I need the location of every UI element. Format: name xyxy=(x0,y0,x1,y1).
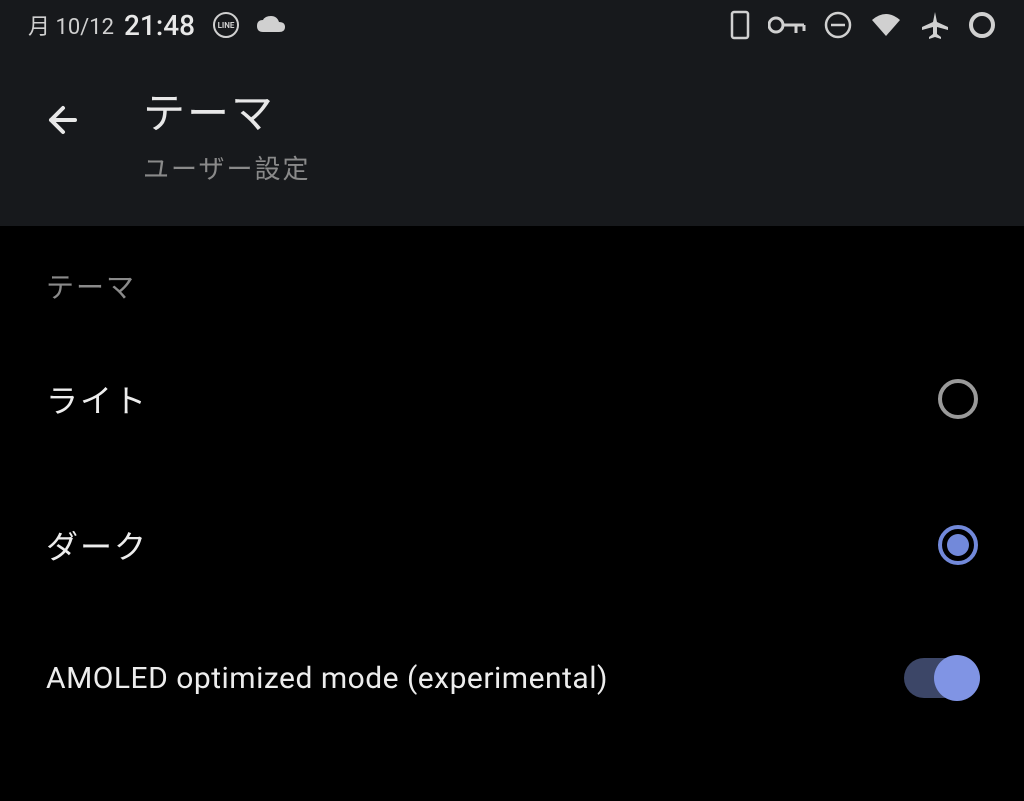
option-label-dark: ダーク xyxy=(46,522,148,568)
line-app-icon: LINE xyxy=(213,12,239,38)
status-bar-left: 月 10/12 21:48 LINE xyxy=(28,9,287,42)
phone-icon xyxy=(730,10,750,40)
status-time: 21:48 xyxy=(124,9,195,42)
do-not-disturb-icon xyxy=(824,11,852,39)
svg-text:LINE: LINE xyxy=(218,21,235,30)
radio-dark[interactable] xyxy=(938,525,978,565)
vpn-key-icon xyxy=(768,15,806,35)
option-label-light: ライト xyxy=(46,376,148,422)
theme-option-dark[interactable]: ダーク xyxy=(0,472,1024,618)
status-bar-right xyxy=(730,10,996,40)
wifi-icon xyxy=(870,12,902,38)
status-date: 月 10/12 xyxy=(28,9,114,41)
loading-circle-icon xyxy=(968,11,996,39)
option-label-amoled: AMOLED optimized mode (experimental) xyxy=(46,661,608,696)
airplane-mode-icon xyxy=(920,10,950,40)
back-button[interactable] xyxy=(40,96,88,144)
toggle-amoled[interactable] xyxy=(904,658,978,698)
status-bar: 月 10/12 21:48 LINE xyxy=(0,0,1024,50)
section-label-theme: テーマ xyxy=(0,226,1024,326)
content-area: テーマ ライト ダーク AMOLED optimized mode (exper… xyxy=(0,226,1024,748)
page-title: テーマ xyxy=(143,80,310,141)
app-header: テーマ ユーザー設定 xyxy=(0,50,1024,226)
page-subtitle: ユーザー設定 xyxy=(143,149,310,186)
amoled-option[interactable]: AMOLED optimized mode (experimental) xyxy=(0,618,1024,748)
theme-option-light[interactable]: ライト xyxy=(0,326,1024,472)
radio-light[interactable] xyxy=(938,379,978,419)
header-titles: テーマ ユーザー設定 xyxy=(143,80,310,186)
cloud-icon xyxy=(255,14,287,36)
